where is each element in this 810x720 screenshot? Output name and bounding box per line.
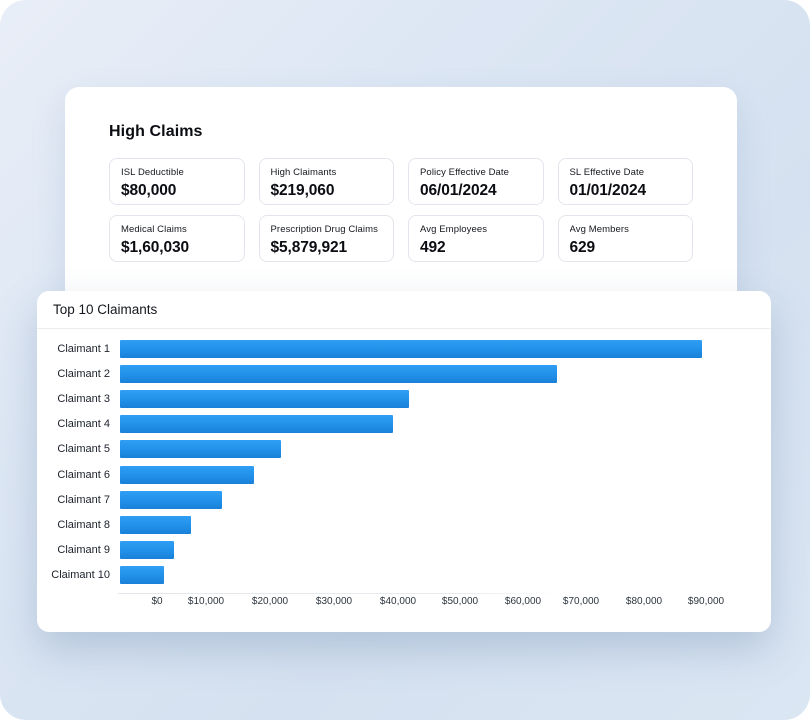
claimant-label: Claimant 7 <box>37 494 120 506</box>
stat-label: Avg Members <box>570 224 682 235</box>
bar-track <box>120 566 771 584</box>
stat-card: SL Effective Date 01/01/2024 <box>558 158 694 205</box>
x-axis-tick-label: $10,000 <box>188 596 224 607</box>
stat-value: 629 <box>570 239 682 257</box>
claimant-bar[interactable] <box>120 365 557 383</box>
x-axis-tick-label: $40,000 <box>380 596 416 607</box>
x-axis-tick-label: $50,000 <box>442 596 478 607</box>
claimant-label: Claimant 5 <box>37 443 120 455</box>
bar-track <box>120 516 771 534</box>
claimant-bar[interactable] <box>120 390 409 408</box>
bar-track <box>120 466 771 484</box>
claimant-label: Claimant 8 <box>37 519 120 531</box>
bar-row: Claimant 9 <box>37 538 771 563</box>
stat-label: Prescription Drug Claims <box>271 224 383 235</box>
bar-row: Claimant 3 <box>37 386 771 411</box>
bar-row: Claimant 1 <box>37 336 771 361</box>
stat-value: $80,000 <box>121 182 233 200</box>
high-claims-card: High Claims ISL Deductible $80,000 High Cl… <box>65 87 737 309</box>
stat-card: High Claimants $219,060 <box>259 158 395 205</box>
bar-track <box>120 390 771 408</box>
bar-track <box>120 415 771 433</box>
chart-title: Top 10 Claimants <box>53 302 157 317</box>
claimant-label: Claimant 6 <box>37 469 120 481</box>
bar-track <box>120 365 771 383</box>
stat-label: Medical Claims <box>121 224 233 235</box>
stat-value: 492 <box>420 239 532 257</box>
claimant-label: Claimant 9 <box>37 544 120 556</box>
stat-label: SL Effective Date <box>570 167 682 178</box>
stat-card: Avg Employees 492 <box>408 215 544 262</box>
bar-track <box>120 491 771 509</box>
stat-value: $5,879,921 <box>271 239 383 257</box>
stat-card: Policy Effective Date 06/01/2024 <box>408 158 544 205</box>
stat-value: $1,60,030 <box>121 239 233 257</box>
x-axis-tick-label: $70,000 <box>563 596 599 607</box>
dashboard-background: High Claims ISL Deductible $80,000 High Cl… <box>0 0 810 720</box>
claimant-bar[interactable] <box>120 466 254 484</box>
bar-row: Claimant 4 <box>37 412 771 437</box>
claimant-bar[interactable] <box>120 566 164 584</box>
stat-card: Avg Members 629 <box>558 215 694 262</box>
claimant-bar[interactable] <box>120 491 222 509</box>
claimant-bar[interactable] <box>120 340 702 358</box>
bar-row: Claimant 6 <box>37 462 771 487</box>
stat-value: 01/01/2024 <box>570 182 682 200</box>
x-axis-tick-label: $0 <box>151 596 162 607</box>
claimant-bar[interactable] <box>120 541 174 559</box>
bar-row: Claimant 5 <box>37 437 771 462</box>
x-axis-tick-label: $80,000 <box>626 596 662 607</box>
bar-row: Claimant 10 <box>37 563 771 588</box>
x-axis-line <box>118 593 557 594</box>
top-claimants-chart-card: Top 10 Claimants Claimant 1Claimant 2Cla… <box>37 291 771 632</box>
bar-row: Claimant 7 <box>37 487 771 512</box>
stat-value: 06/01/2024 <box>420 182 532 200</box>
claimant-label: Claimant 10 <box>37 569 120 581</box>
stat-card: ISL Deductible $80,000 <box>109 158 245 205</box>
x-axis-tick-label: $60,000 <box>505 596 541 607</box>
claimant-bar[interactable] <box>120 440 281 458</box>
bar-row: Claimant 2 <box>37 361 771 386</box>
bar-track <box>120 440 771 458</box>
claimant-bar[interactable] <box>120 415 393 433</box>
claimant-label: Claimant 3 <box>37 393 120 405</box>
claimant-label: Claimant 4 <box>37 418 120 430</box>
claimant-bar[interactable] <box>120 516 191 534</box>
high-claims-title: High Claims <box>109 123 693 141</box>
stat-label: Avg Employees <box>420 224 532 235</box>
bar-row: Claimant 8 <box>37 512 771 537</box>
claimant-label: Claimant 1 <box>37 343 120 355</box>
stat-card: Medical Claims $1,60,030 <box>109 215 245 262</box>
chart-header: Top 10 Claimants <box>37 291 771 329</box>
stat-grid: ISL Deductible $80,000 High Claimants $219,… <box>109 158 693 262</box>
bar-track <box>120 340 771 358</box>
stat-label: High Claimants <box>271 167 383 178</box>
x-axis-tick-label: $30,000 <box>316 596 352 607</box>
bar-track <box>120 541 771 559</box>
claimant-label: Claimant 2 <box>37 368 120 380</box>
stat-label: ISL Deductible <box>121 167 233 178</box>
x-axis-tick-label: $20,000 <box>252 596 288 607</box>
stat-label: Policy Effective Date <box>420 167 532 178</box>
bar-chart-plot: Claimant 1 Claimant 2 Claimant 3 Claimant 4… <box>37 336 771 588</box>
x-axis-tick-label: $90,000 <box>688 596 724 607</box>
stat-card: Prescription Drug Claims $5,879,921 <box>259 215 395 262</box>
stat-value: $219,060 <box>271 182 383 200</box>
